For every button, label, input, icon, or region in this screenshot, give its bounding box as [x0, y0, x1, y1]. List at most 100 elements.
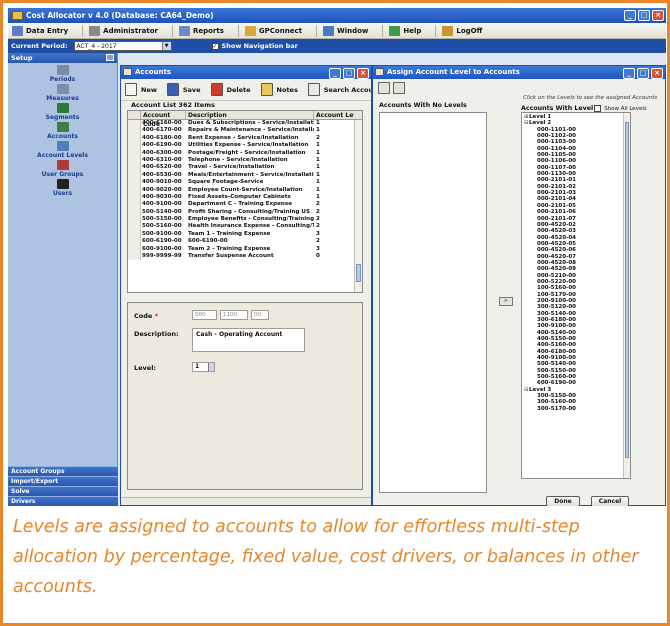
table-row[interactable]: 400-9010-00 Square Footage-Service 1: [128, 179, 362, 187]
menu-window[interactable]: Window: [322, 25, 368, 36]
row-selector[interactable]: [128, 193, 141, 202]
expand-icon[interactable]: [393, 82, 405, 94]
tree-scrollbar[interactable]: [623, 113, 630, 478]
code-segment-2[interactable]: 1100: [220, 310, 248, 320]
table-row[interactable]: 400-6310-00 Telephone - Service/Installat…: [128, 156, 362, 165]
row-selector[interactable]: [128, 216, 141, 224]
column-header-level[interactable]: Account Level: [314, 111, 354, 119]
done-button[interactable]: Done: [546, 496, 580, 506]
row-selector[interactable]: [128, 201, 141, 209]
menu-administrator[interactable]: Administrator: [89, 25, 158, 36]
row-selector[interactable]: [128, 142, 141, 150]
menu-logoff[interactable]: LogOff: [442, 25, 482, 36]
level-stepper[interactable]: 1: [192, 362, 215, 372]
row-selector[interactable]: [128, 253, 141, 261]
sidebar-item-user-groups[interactable]: User Groups: [8, 160, 117, 179]
table-row[interactable]: 400-6160-00 Dues & Subscriptions - Servic…: [128, 120, 362, 128]
column-header-code[interactable]: Account Code: [141, 111, 186, 128]
table-row[interactable]: 400-6190-00 Utilities Expense - Service/I…: [128, 142, 362, 150]
close-icon[interactable]: ×: [651, 68, 663, 79]
new-button[interactable]: New: [125, 83, 157, 96]
refresh-icon[interactable]: [378, 82, 390, 94]
description-field[interactable]: Cash - Operating Account: [192, 328, 305, 352]
sidebar-header-setup[interactable]: Setup: [8, 53, 117, 63]
close-icon[interactable]: ×: [357, 68, 369, 79]
maximize-icon[interactable]: □: [637, 68, 649, 79]
menu-help[interactable]: Help: [389, 25, 421, 36]
accounts-no-level-list[interactable]: [379, 112, 487, 493]
row-selector[interactable]: [128, 149, 141, 157]
chevron-down-icon[interactable]: ▼: [161, 42, 171, 50]
period-select[interactable]: ACT_4 - 2017 ▼: [73, 41, 172, 51]
minimize-icon[interactable]: _: [329, 68, 341, 79]
minimize-icon[interactable]: _: [623, 68, 635, 79]
table-row[interactable]: 400-9020-00 Employee Count-Service/Instal…: [128, 186, 362, 194]
table-row[interactable]: 500-5150-00 Employee Benefits - Consultin…: [128, 216, 362, 224]
sidebar-group-solve[interactable]: Solve: [8, 486, 118, 496]
sidebar-group-account-groups[interactable]: Account Groups: [8, 466, 118, 476]
row-selector[interactable]: [128, 134, 141, 143]
scroll-thumb[interactable]: [625, 122, 629, 458]
search-accounts-button[interactable]: Search Accounts: [307, 83, 371, 96]
table-row[interactable]: 500-5160-00 Health Insurance Expense - Co…: [128, 223, 362, 231]
accounts-horizontal-scrollbar[interactable]: [121, 497, 371, 505]
maximize-icon[interactable]: □: [638, 10, 650, 21]
close-icon[interactable]: ×: [652, 10, 664, 21]
save-button[interactable]: Save: [166, 83, 201, 96]
sidebar-item-segments[interactable]: Segments: [8, 103, 117, 122]
row-selector[interactable]: [128, 120, 141, 128]
menu-reports[interactable]: Reports: [178, 25, 224, 36]
row-selector[interactable]: [128, 238, 141, 246]
menu-gpconnect[interactable]: GPConnect: [244, 25, 302, 36]
table-row[interactable]: 500-9100-00 Team 1 - Training Expense 3: [128, 230, 362, 239]
reports-icon: [178, 25, 190, 36]
cancel-button[interactable]: Cancel: [591, 496, 629, 506]
row-selector[interactable]: [128, 245, 141, 254]
table-row[interactable]: 500-5140-00 Profit Sharing - Consulting/T…: [128, 208, 362, 217]
sidebar-item-periods[interactable]: Periods: [8, 65, 117, 84]
notes-button[interactable]: Notes: [260, 83, 298, 96]
sidebar-group-drivers[interactable]: Drivers: [8, 496, 118, 506]
menu-data-entry[interactable]: Data Entry: [12, 25, 68, 36]
row-selector[interactable]: [128, 127, 141, 135]
table-row[interactable]: 400-6530-00 Meals/Entertainment - Service…: [128, 171, 362, 180]
maximize-icon[interactable]: □: [343, 68, 355, 79]
scroll-thumb[interactable]: [356, 264, 361, 282]
table-row[interactable]: 400-9030-00 Fixed Assets-Computer Cabinet…: [128, 193, 362, 202]
collapse-icon[interactable]: [106, 54, 114, 61]
tree-account-node[interactable]: 300-5170-00: [524, 406, 630, 412]
table-row[interactable]: 600-6190-00 600-6190-00 2: [128, 238, 362, 246]
row-selector[interactable]: [128, 223, 141, 231]
row-selector[interactable]: [128, 156, 141, 165]
show-navigation-toggle[interactable]: ✓ Show Navigation bar: [211, 42, 298, 50]
code-segment-1[interactable]: 000: [192, 310, 217, 320]
sidebar-item-account-levels[interactable]: Account Levels: [8, 141, 117, 160]
spinner-icon[interactable]: [208, 363, 214, 371]
table-row[interactable]: 400-6180-00 Rent Expense - Service/Instal…: [128, 134, 362, 143]
row-selector[interactable]: [128, 179, 141, 187]
table-row[interactable]: 999-9999-99 Transfer Suspense Account 0: [128, 253, 362, 261]
row-selector[interactable]: [128, 208, 141, 217]
column-header-description[interactable]: Description: [186, 111, 314, 119]
code-segment-3[interactable]: 00: [251, 310, 269, 320]
sidebar-item-measures[interactable]: Measures: [8, 84, 117, 103]
grid-scrollbar[interactable]: [354, 120, 362, 292]
table-row[interactable]: 400-6520-00 Travel - Service/Installation…: [128, 164, 362, 172]
row-selector[interactable]: [128, 230, 141, 239]
delete-button[interactable]: Delete: [210, 83, 251, 96]
row-selector[interactable]: [128, 186, 141, 194]
sidebar-item-users[interactable]: Users: [8, 179, 117, 198]
move-right-button[interactable]: >: [499, 297, 513, 306]
table-row[interactable]: 400-6170-00 Repairs & Maintenance - Servi…: [128, 127, 362, 135]
sidebar-group-import-export[interactable]: Import/Export: [8, 476, 118, 486]
table-row[interactable]: 400-6300-00 Postage/Freight - Service/Ins…: [128, 149, 362, 157]
show-all-levels-checkbox[interactable]: [594, 105, 602, 112]
minimize-icon[interactable]: _: [624, 10, 636, 21]
table-row[interactable]: 600-9100-00 Team 2 - Training Expense 3: [128, 245, 362, 254]
table-row[interactable]: 400-9100-00 Department C - Training Expen…: [128, 201, 362, 209]
show-navigation-checkbox[interactable]: ✓: [211, 42, 219, 50]
row-selector[interactable]: [128, 164, 141, 172]
accounts-with-level-tree[interactable]: ⊞Level 1 ⊟Level 2 000-1101-00 000-1102-00 00…: [521, 112, 631, 479]
row-selector[interactable]: [128, 171, 141, 180]
sidebar-item-accounts[interactable]: Accounts: [8, 122, 117, 141]
